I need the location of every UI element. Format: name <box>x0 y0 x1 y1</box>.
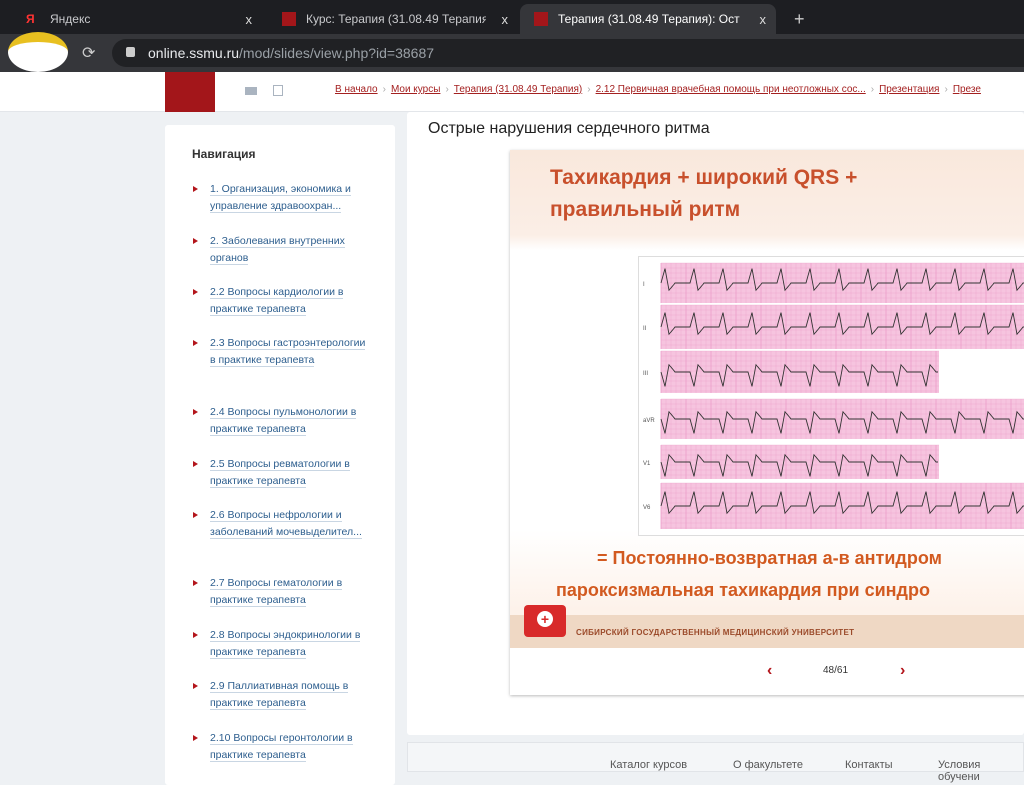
url-path: /mod/slides/view.php?id=38687 <box>239 45 435 61</box>
ssmu-icon <box>534 12 548 26</box>
breadcrumb-separator: › <box>944 84 948 95</box>
new-tab-button[interactable]: + <box>780 4 810 34</box>
address-bar: ⟳ online.ssmu.ru/mod/slides/view.php?id=… <box>0 32 1024 72</box>
ecg-lead-label: I <box>643 282 645 288</box>
slide-pager: ‹ 48/61 › <box>510 648 1024 695</box>
ecg-lead-label: V6 <box>643 505 651 511</box>
close-icon[interactable]: x <box>246 12 253 27</box>
url-input[interactable]: online.ssmu.ru/mod/slides/view.php?id=38… <box>112 39 1024 67</box>
mail-icon[interactable] <box>245 87 257 95</box>
lock-icon <box>126 47 135 57</box>
nav-item-label: 2.2 Вопросы кардиологии в практике терап… <box>210 286 344 316</box>
tab-yandex[interactable]: Я Яндекс x <box>12 4 262 34</box>
nav-item-label: 2.8 Вопросы эндокринологии в практике те… <box>210 629 361 659</box>
close-icon[interactable]: x <box>760 12 767 27</box>
medical-kit-icon <box>524 605 566 637</box>
slide: Тахикардия + широкий QRS + правильный рит… <box>510 150 1024 648</box>
calendar-icon[interactable] <box>273 85 283 96</box>
tab-bar: Я Яндекс x Курс: Терапия (31.08.49 Терапия… <box>0 0 1024 34</box>
nav-item-label: 2.10 Вопросы геронтологии в практике тер… <box>210 732 353 762</box>
tab-current[interactable]: Терапия (31.08.49 Терапия): Ост x <box>520 4 776 34</box>
ecg-image: I II III aVR V1 V6 <box>638 256 1024 536</box>
nav-item-label: 2.5 Вопросы ревматологии в практике тера… <box>210 458 350 488</box>
nav-item-label: 2.3 Вопросы гастроэнтерологии в практике… <box>210 337 366 367</box>
breadcrumb-separator: › <box>382 84 386 95</box>
ecg-lead-label: III <box>643 371 648 377</box>
nav-item[interactable]: 1. Организация, экономика и управление з… <box>193 181 370 215</box>
footer-link-terms[interactable]: Условия обучени <box>938 759 1023 783</box>
university-name: СИБИРСКИЙ ГОСУДАРСТВЕННЫЙ МЕДИЦИНСКИЙ УН… <box>576 628 855 637</box>
nav-item[interactable]: 2.8 Вопросы эндокринологии в практике те… <box>193 627 370 661</box>
nav-item-label: 2.6 Вопросы нефрологии и заболеваний моч… <box>210 509 362 539</box>
breadcrumb-separator: › <box>870 84 875 95</box>
tab-title: Терапия (31.08.49 Терапия): Ост <box>558 12 740 26</box>
nav-item[interactable]: 2.5 Вопросы ревматологии в практике тера… <box>193 456 370 490</box>
ecg-lead-label: aVR <box>643 418 655 424</box>
page-title: Острые нарушения сердечного ритма <box>428 120 710 137</box>
navigation-block: Навигация 1. Организация, экономика и уп… <box>165 125 395 785</box>
url-host: online.ssmu.ru <box>148 45 240 61</box>
breadcrumb-link[interactable]: Мои курсы <box>391 84 441 95</box>
ecg-lead-label: II <box>643 326 647 332</box>
nav-item[interactable]: 2.6 Вопросы нефрологии и заболеваний моч… <box>193 507 370 541</box>
ecg-lead-label: V1 <box>643 461 651 467</box>
nav-item-label: 2.9 Паллиативная помощь в практике терап… <box>210 680 349 710</box>
ssmu-logo[interactable] <box>165 72 215 112</box>
nav-item[interactable]: 2.7 Вопросы гематологии в практике терап… <box>193 575 370 609</box>
nav-item-label: 1. Организация, экономика и управление з… <box>210 183 351 213</box>
nav-item[interactable]: 2.2 Вопросы кардиологии в практике терап… <box>193 284 370 318</box>
breadcrumb-separator: › <box>587 84 591 95</box>
nav-item[interactable]: 2.4 Вопросы пульмонологии в практике тер… <box>193 404 370 438</box>
yandex-icon: Я <box>26 12 35 26</box>
slide-viewer: Тахикардия + широкий QRS + правильный рит… <box>510 150 1024 695</box>
tab-course[interactable]: Курс: Терапия (31.08.49 Терапия) x <box>268 4 518 34</box>
breadcrumb-link[interactable]: В начало <box>335 84 378 95</box>
nav-item[interactable]: 2.9 Паллиативная помощь в практике терап… <box>193 678 370 712</box>
site-header: В начало › Мои курсы › Терапия (31.08.49 Тер… <box>0 72 1024 112</box>
page-counter: 48/61 <box>823 665 849 676</box>
reload-icon[interactable]: ⟳ <box>82 43 95 63</box>
next-slide-button[interactable]: › <box>900 662 905 680</box>
breadcrumb: В начало › Мои курсы › Терапия (31.08.49 Тер… <box>335 84 981 95</box>
avatar <box>8 32 68 72</box>
footer-link-contacts[interactable]: Контакты <box>845 759 893 771</box>
site-footer: Каталог курсов О факультете Контакты Усл… <box>407 742 1024 783</box>
nav-item-label: 2.7 Вопросы гематологии в практике терап… <box>210 577 343 607</box>
prev-slide-button[interactable]: ‹ <box>767 662 772 680</box>
main-content: Острые нарушения сердечного ритма Тахика… <box>407 112 1024 735</box>
nav-item-label: 2.4 Вопросы пульмонологии в практике тер… <box>210 406 357 436</box>
slide-conclusion: = Постоянно-возвратная а-в антидром парок… <box>556 548 942 600</box>
tab-title: Яндекс <box>50 12 91 26</box>
footer-link-about[interactable]: О факультете <box>733 759 803 771</box>
breadcrumb-link[interactable]: 2.12 Первичная врачебная помощь при неот… <box>596 84 866 95</box>
breadcrumb-link[interactable]: Презентация <box>879 84 939 95</box>
tab-title: Курс: Терапия (31.08.49 Терапия) <box>306 12 486 26</box>
nav-item[interactable]: 2.10 Вопросы геронтологии в практике тер… <box>193 730 370 764</box>
nav-item-label: 2. Заболевания внутренних органов <box>210 235 345 265</box>
close-icon[interactable]: x <box>502 12 509 27</box>
ssmu-icon <box>282 12 296 26</box>
slide-title: Тахикардия + широкий QRS + правильный рит… <box>550 166 858 221</box>
navigation-title: Навигация <box>192 147 256 161</box>
footer-link-catalog[interactable]: Каталог курсов <box>610 759 687 771</box>
nav-item[interactable]: 2.3 Вопросы гастроэнтерологии в практике… <box>193 335 370 369</box>
breadcrumb-separator: › <box>445 84 449 95</box>
nav-item[interactable]: 2. Заболевания внутренних органов <box>193 233 370 267</box>
breadcrumb-link[interactable]: Терапия (31.08.49 Терапия) <box>454 84 582 95</box>
breadcrumb-link[interactable]: Презе <box>953 84 981 95</box>
